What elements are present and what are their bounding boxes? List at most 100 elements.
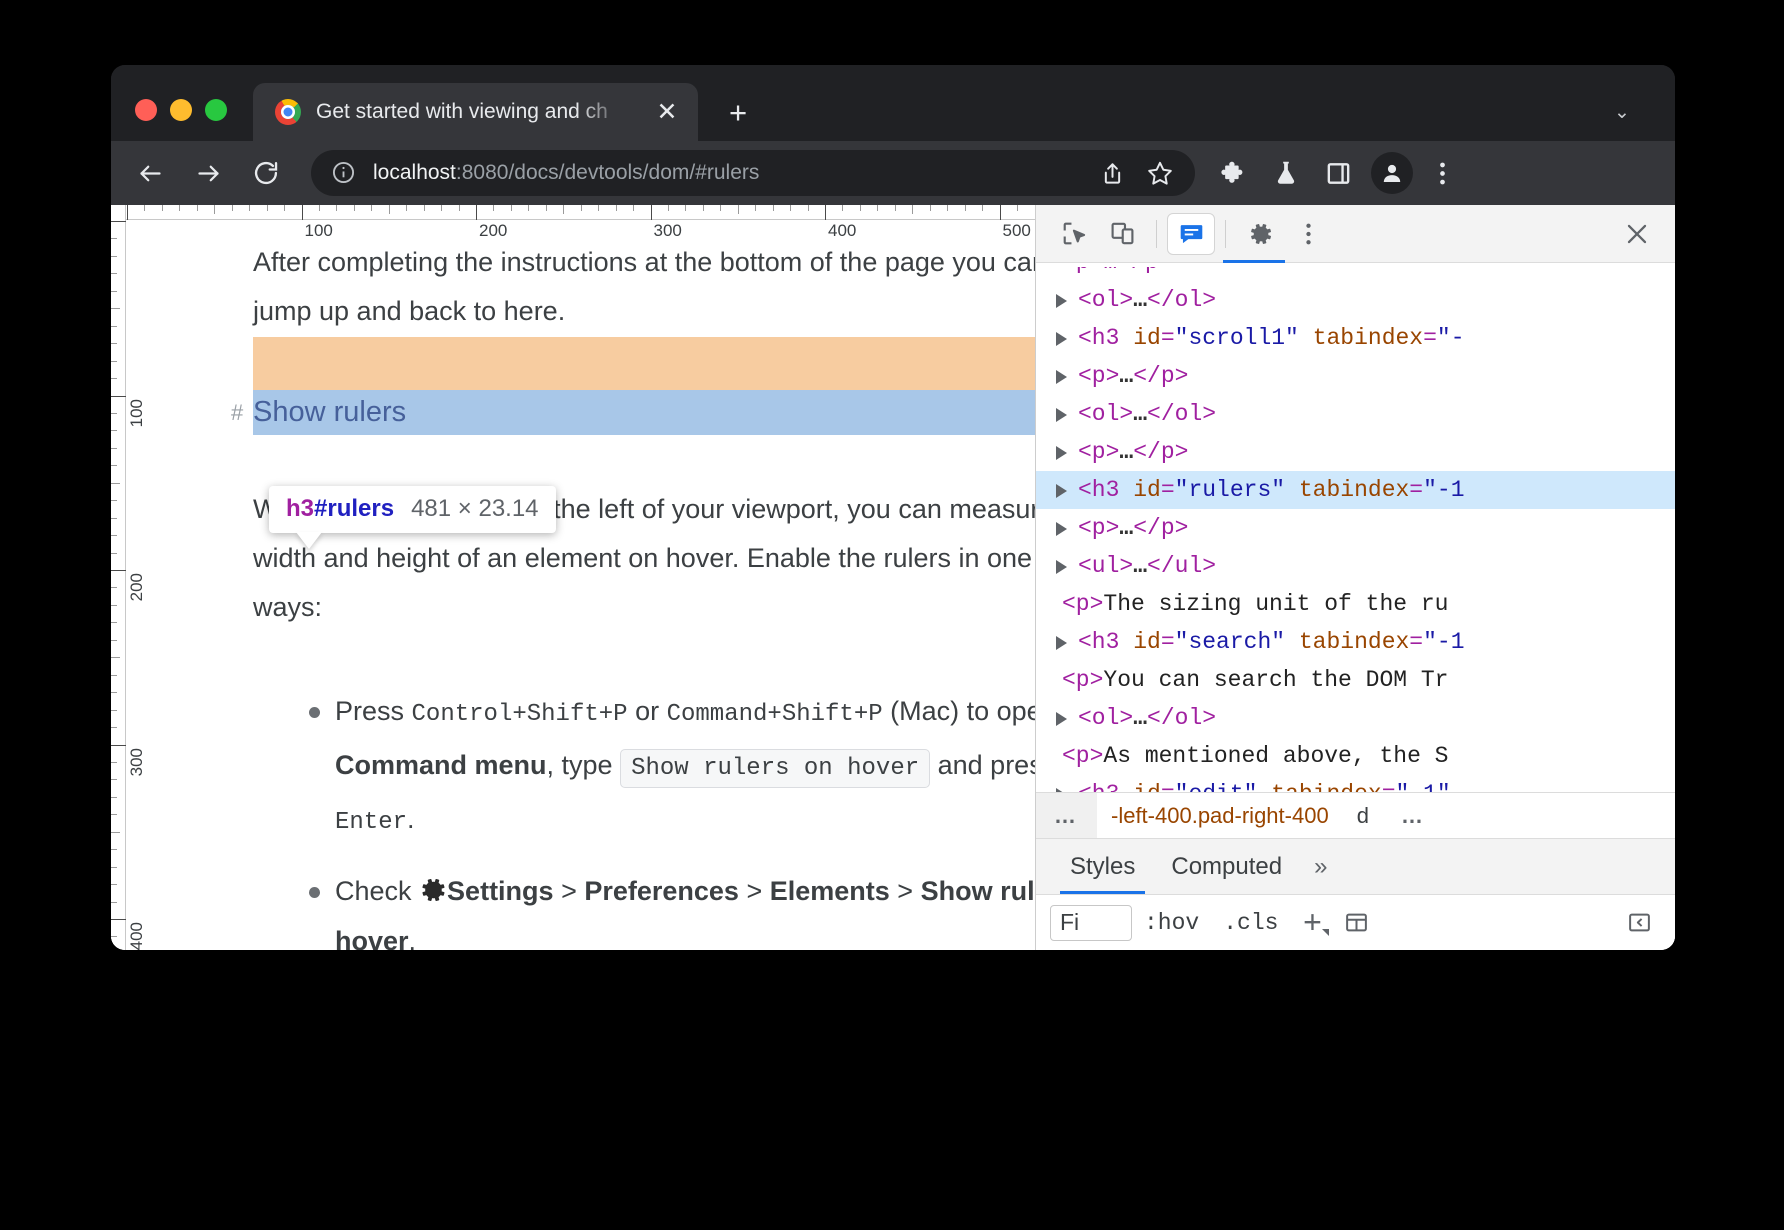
expand-triangle-icon[interactable] <box>1056 788 1067 792</box>
dom-tree[interactable]: <p>…</p><ol>…</ol><h3 id="scroll1" tabin… <box>1036 263 1675 792</box>
page-paragraph-top: After completing the instructions at the… <box>253 238 1035 336</box>
b2-sep2: > <box>739 876 770 906</box>
browser-tab[interactable]: Get started with viewing and ch ✕ <box>253 83 698 141</box>
ruler-tick <box>111 361 117 362</box>
new-tab-button[interactable]: + <box>723 99 753 129</box>
dom-token: <h3 <box>1078 629 1133 655</box>
info-circle-icon[interactable] <box>331 160 357 186</box>
star-icon[interactable] <box>1139 152 1181 194</box>
reload-icon[interactable] <box>243 150 289 196</box>
dom-row[interactable]: <p>You can search the DOM Tr <box>1036 661 1675 699</box>
ruler-tick <box>685 205 686 211</box>
filter-input[interactable]: Fi <box>1050 905 1132 941</box>
message-bubble-icon[interactable] <box>1167 213 1215 255</box>
dom-token: … <box>1119 439 1133 465</box>
ruler-vertical <box>111 205 126 950</box>
window-maximize-button[interactable] <box>205 99 227 121</box>
devtools-panel: <p>…</p><ol>…</ol><h3 id="scroll1" tabin… <box>1035 205 1675 950</box>
dom-row[interactable]: <ol>…</ol> <box>1036 395 1675 433</box>
dom-token: </p> <box>1133 363 1188 389</box>
ruler-tick <box>773 205 774 211</box>
dom-row[interactable]: <h3 id="search" tabindex="-1 <box>1036 623 1675 661</box>
arrow-left-icon[interactable] <box>127 150 173 196</box>
device-toolbar-icon[interactable] <box>1098 213 1146 255</box>
address-bar[interactable]: localhost:8080/docs/devtools/dom/#rulers <box>311 150 1195 196</box>
puzzle-icon[interactable] <box>1211 150 1257 196</box>
expand-triangle-icon[interactable] <box>1056 636 1067 650</box>
dom-row[interactable]: <p>…</p> <box>1036 357 1675 395</box>
tab-styles[interactable]: Styles <box>1052 853 1153 894</box>
ruler-tick <box>790 205 791 211</box>
avatar[interactable] <box>1371 152 1413 194</box>
ruler-tick <box>302 205 303 220</box>
arrow-right-icon[interactable] <box>185 150 231 196</box>
ruler-tick <box>738 205 739 214</box>
ruler-tick <box>912 205 913 214</box>
ruler-tick <box>111 413 117 414</box>
ruler-tick <box>877 205 878 211</box>
list-item: Check Settings > Preferences > Elements … <box>253 866 1035 950</box>
flask-icon[interactable] <box>1263 150 1309 196</box>
share-icon[interactable] <box>1091 152 1133 194</box>
breadcrumb-overflow-left[interactable]: … <box>1036 793 1097 838</box>
breadcrumb: … -left-400.pad-right-400 d … <box>1036 792 1675 838</box>
expand-triangle-icon[interactable] <box>1056 370 1067 384</box>
close-x-icon[interactable] <box>1613 213 1661 255</box>
three-dots-vertical-icon[interactable] <box>1284 213 1332 255</box>
expand-triangle-icon[interactable] <box>1056 484 1067 498</box>
ruler-tick <box>111 849 117 850</box>
dom-token: <p> <box>1062 743 1103 769</box>
dom-row[interactable]: <ol>…</ol> <box>1036 699 1675 737</box>
breadcrumb-overflow-right[interactable]: … <box>1383 793 1444 838</box>
expand-triangle-icon[interactable] <box>1056 560 1067 574</box>
tab-computed[interactable]: Computed <box>1153 853 1300 894</box>
tooltip-id: #rulers <box>314 495 394 522</box>
breadcrumb-item-current[interactable]: -left-400.pad-right-400 <box>1097 803 1343 829</box>
expand-triangle-icon[interactable] <box>1056 446 1067 460</box>
dom-row[interactable]: <p>…</p> <box>1036 433 1675 471</box>
three-dots-vertical-icon[interactable] <box>1419 150 1465 196</box>
dom-row[interactable]: <ul>…</ul> <box>1036 547 1675 585</box>
hov-toggle[interactable]: :hov <box>1132 910 1211 936</box>
dom-token: = <box>1161 477 1175 503</box>
breadcrumb-item-next[interactable]: d <box>1343 803 1383 829</box>
window-minimize-button[interactable] <box>170 99 192 121</box>
dom-row[interactable]: <h3 id="edit" tabindex="-1" <box>1036 775 1675 792</box>
expand-triangle-icon[interactable] <box>1056 408 1067 422</box>
dom-token: id <box>1133 325 1161 351</box>
dom-row[interactable]: <p>As mentioned above, the S <box>1036 737 1675 775</box>
ruler-tick <box>162 205 163 211</box>
ruler-tick <box>111 622 117 623</box>
new-style-rule-icon[interactable] <box>1334 903 1378 943</box>
ruler-tick <box>528 205 529 211</box>
dom-row[interactable]: <p>The sizing unit of the ru <box>1036 585 1675 623</box>
ruler-tick <box>111 867 117 868</box>
side-panel-icon[interactable] <box>1315 150 1361 196</box>
expand-triangle-icon[interactable] <box>1056 712 1067 726</box>
window-close-button[interactable] <box>135 99 157 121</box>
ruler-tick <box>441 205 442 211</box>
dom-row[interactable]: <h3 id="scroll1" tabindex="- <box>1036 319 1675 357</box>
inspect-cursor-icon[interactable] <box>1050 213 1098 255</box>
gear-icon[interactable] <box>1236 213 1284 255</box>
dom-row[interactable]: <p>…</p> <box>1036 509 1675 547</box>
more-tabs-icon[interactable]: » <box>1300 853 1341 894</box>
expand-triangle-icon[interactable] <box>1056 522 1067 536</box>
close-icon[interactable]: ✕ <box>654 99 680 125</box>
dom-row-selected[interactable]: <h3 id="rulers" tabindex="-1 <box>1036 471 1675 509</box>
dom-row-clipped[interactable]: <p>…</p> <box>1036 267 1675 281</box>
chevron-down-icon[interactable]: ⌄ <box>1609 101 1635 127</box>
toggle-sidebar-icon[interactable] <box>1617 903 1661 943</box>
b1-code1: Control+Shift+P <box>412 701 628 728</box>
expand-triangle-icon[interactable] <box>1056 294 1067 308</box>
cls-toggle[interactable]: .cls <box>1211 910 1290 936</box>
plus-icon[interactable]: + <box>1290 903 1334 943</box>
anchor-link-icon[interactable]: # <box>231 400 243 426</box>
expand-triangle-icon[interactable] <box>1056 332 1067 346</box>
dom-token: </ol> <box>1147 705 1216 731</box>
ruler-tick <box>111 902 117 903</box>
dom-token: </ul> <box>1147 553 1216 579</box>
dom-token: <ol> <box>1078 705 1133 731</box>
ruler-tick <box>111 326 117 327</box>
dom-row[interactable]: <ol>…</ol> <box>1036 281 1675 319</box>
